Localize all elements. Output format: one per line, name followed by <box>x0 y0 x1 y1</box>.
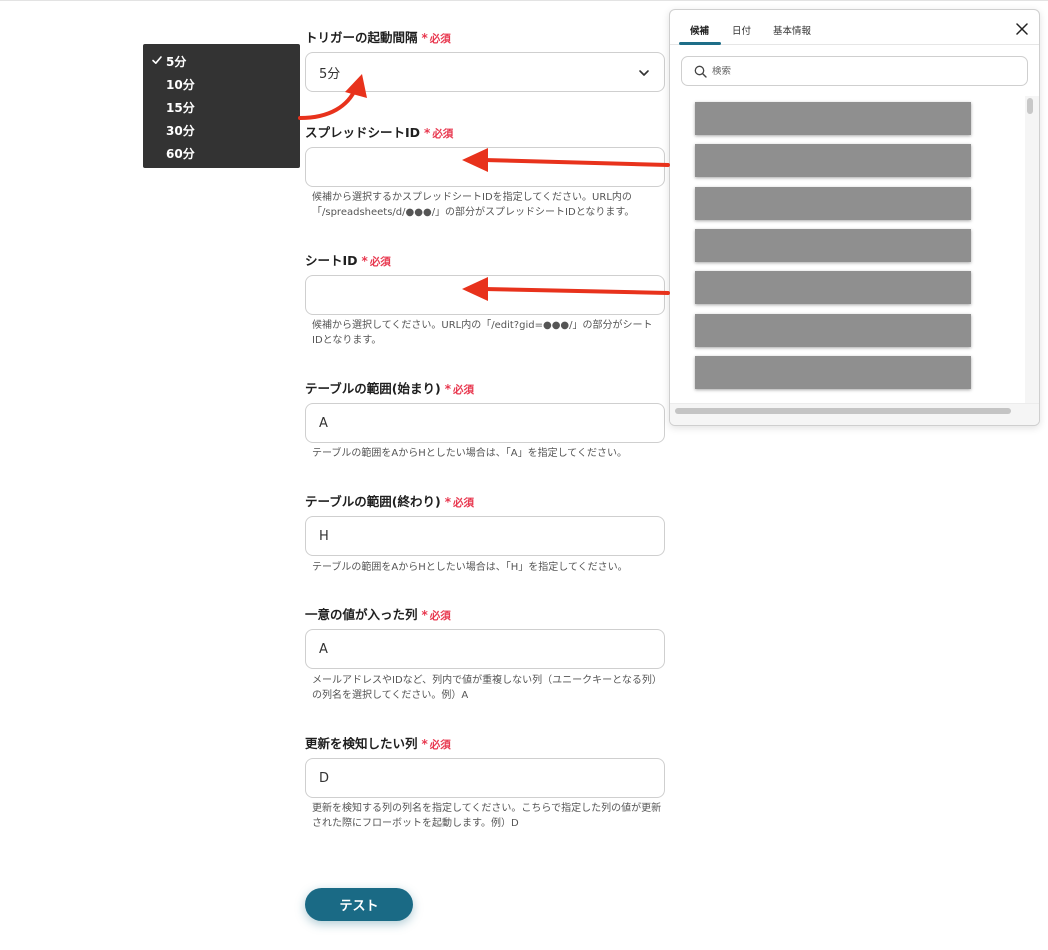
sheet-id-label: シートID * 必須 <box>305 250 391 269</box>
dropdown-option-label: 5分 <box>166 55 187 69</box>
sheet-id-help: 候補から選択してください。URL内の「/edit?gid=●●●/」の部分がシー… <box>312 318 668 348</box>
check-icon <box>152 56 162 64</box>
range-start-input[interactable]: A <box>305 403 665 443</box>
tab-basic-info[interactable]: 基本情報 <box>773 23 811 37</box>
required-text: 必須 <box>452 497 474 509</box>
watch-column-help: 更新を検知する列の列名を指定してください。こちらで指定した列の値が更新 された際… <box>312 801 668 831</box>
candidate-list-item[interactable] <box>695 144 971 178</box>
watch-column-input[interactable]: D <box>305 758 665 798</box>
required-badge: * 必須 <box>421 737 451 751</box>
range-end-value: H <box>319 528 329 544</box>
sheet-id-label-text: シートID <box>305 253 358 268</box>
dropdown-option-10min[interactable]: 10分 <box>143 73 300 96</box>
dropdown-option-60min[interactable]: 60分 <box>143 142 300 165</box>
test-button[interactable]: テスト <box>305 888 413 921</box>
required-text: 必須 <box>369 256 391 268</box>
range-end-label-text: テーブルの範囲(終わり) <box>305 494 441 509</box>
curved-arrow-shaft <box>298 86 358 120</box>
top-divider <box>0 0 1048 1</box>
interval-label-text: トリガーの起動間隔 <box>305 30 418 45</box>
range-start-value: A <box>319 415 328 431</box>
dropdown-option-30min[interactable]: 30分 <box>143 119 300 142</box>
range-end-input[interactable]: H <box>305 516 665 556</box>
spreadsheet-id-input[interactable] <box>305 147 665 187</box>
required-badge: * 必須 <box>421 31 451 45</box>
chevron-down-icon <box>639 70 649 76</box>
spreadsheet-id-label: スプレッドシートID * 必須 <box>305 122 453 141</box>
help-line: 候補から選択するかスプレッドシートIDを指定してください。URL内の <box>312 192 632 203</box>
range-start-label: テーブルの範囲(始まり) * 必須 <box>305 378 474 397</box>
range-start-label-text: テーブルの範囲(始まり) <box>305 381 441 396</box>
help-line: IDとなります。 <box>312 335 382 346</box>
interval-label: トリガーの起動間隔 * 必須 <box>305 27 451 46</box>
range-end-label: テーブルの範囲(終わり) * 必須 <box>305 491 474 510</box>
panel-tabs: 候補 日付 基本情報 <box>670 10 1039 45</box>
required-text: 必須 <box>429 610 451 622</box>
required-text: 必須 <box>429 33 451 45</box>
unique-column-label: 一意の値が入った列 * 必須 <box>305 604 451 623</box>
dropdown-option-15min[interactable]: 15分 <box>143 96 300 119</box>
required-badge: * 必須 <box>444 495 474 509</box>
range-end-help: テーブルの範囲をAからHとしたい場合は、「H」を指定してください。 <box>312 560 668 575</box>
vertical-scroll-thumb[interactable] <box>1027 98 1033 114</box>
dropdown-option-label: 10分 <box>166 78 195 92</box>
candidate-list <box>670 96 1025 404</box>
help-line: メールアドレスやIDなど、列内で値が重複しない列（ユニークキーとなる列） <box>312 675 662 686</box>
interval-select-value: 5分 <box>319 66 341 82</box>
interval-select[interactable]: 5分 <box>305 52 665 92</box>
sheet-id-input[interactable] <box>305 275 665 315</box>
search-box[interactable] <box>681 56 1028 86</box>
required-badge: * 必須 <box>421 608 451 622</box>
candidate-list-item[interactable] <box>695 271 971 305</box>
candidate-list-item[interactable] <box>695 228 971 262</box>
candidate-panel: 候補 日付 基本情報 <box>669 9 1040 426</box>
unique-column-value: A <box>319 641 328 657</box>
range-start-help: テーブルの範囲をAからHとしたい場合は、「A」を指定してください。 <box>312 446 668 461</box>
candidate-list-item[interactable] <box>695 313 971 347</box>
dropdown-option-5min[interactable]: 5分 <box>143 50 300 73</box>
help-line: テーブルの範囲をAからHとしたい場合は、「A」を指定してください。 <box>312 448 628 459</box>
candidate-list-item[interactable] <box>695 102 971 135</box>
help-line: テーブルの範囲をAからHとしたい場合は、「H」を指定してください。 <box>312 562 628 573</box>
candidate-list-item[interactable] <box>695 355 971 389</box>
watch-column-label-text: 更新を検知したい列 <box>305 736 418 751</box>
search-icon <box>694 65 707 78</box>
help-line: の列名を選択してください。例）A <box>312 690 469 701</box>
unique-column-label-text: 一意の値が入った列 <box>305 607 418 622</box>
active-tab-indicator <box>679 42 721 45</box>
help-line: 「/spreadsheets/d/●●●/」の部分がスプレッドシートIDとなりま… <box>312 207 635 218</box>
required-text: 必須 <box>429 739 451 751</box>
required-badge: * 必須 <box>361 254 391 268</box>
help-line: された際にフローボットを起動します。例）D <box>312 818 519 829</box>
interval-dropdown-menu: 5分 10分 15分 30分 60分 <box>143 44 300 168</box>
dropdown-option-label: 60分 <box>166 147 195 161</box>
watch-column-label: 更新を検知したい列 * 必須 <box>305 733 451 752</box>
dropdown-option-label: 30分 <box>166 124 195 138</box>
spreadsheet-id-help: 候補から選択するかスプレッドシートIDを指定してください。URL内の 「/spr… <box>312 190 668 220</box>
horizontal-scrollbar[interactable] <box>670 403 1039 425</box>
required-text: 必須 <box>432 128 454 140</box>
help-line: 候補から選択してください。URL内の「/edit?gid=●●●/」の部分がシー… <box>312 320 653 331</box>
horizontal-scroll-thumb[interactable] <box>675 408 1011 414</box>
unique-column-help: メールアドレスやIDなど、列内で値が重複しない列（ユニークキーとなる列） の列名… <box>312 673 668 703</box>
required-badge: * 必須 <box>444 382 474 396</box>
required-badge: * 必須 <box>424 126 454 140</box>
spreadsheet-id-label-text: スプレッドシートID <box>305 125 421 140</box>
required-text: 必須 <box>452 384 474 396</box>
vertical-scrollbar[interactable] <box>1025 96 1039 408</box>
help-line: 更新を検知する列の列名を指定してください。こちらで指定した列の値が更新 <box>312 803 662 814</box>
search-input[interactable] <box>712 65 1002 77</box>
candidate-list-item[interactable] <box>695 186 971 220</box>
unique-column-input[interactable]: A <box>305 629 665 669</box>
tab-date[interactable]: 日付 <box>732 23 751 37</box>
close-icon[interactable] <box>1015 22 1029 36</box>
watch-column-value: D <box>319 770 330 786</box>
tab-candidates[interactable]: 候補 <box>690 23 709 37</box>
dropdown-option-label: 15分 <box>166 101 195 115</box>
